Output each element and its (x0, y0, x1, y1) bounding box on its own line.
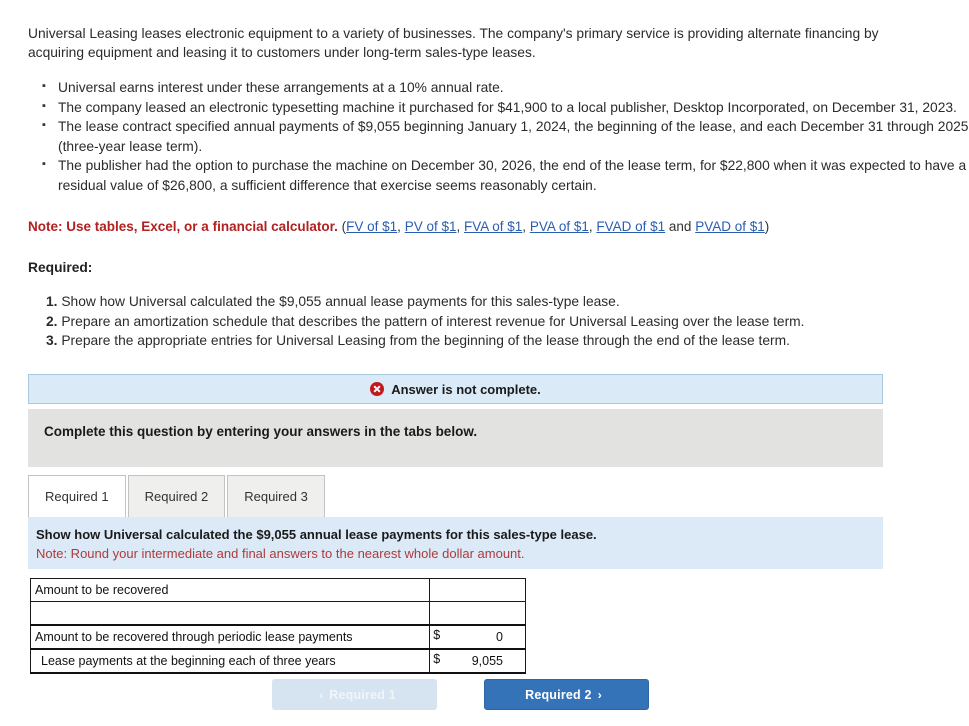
required-item-1: 1. Show how Universal calculated the $9,… (46, 292, 936, 312)
next-button-label: Required 2 (525, 687, 592, 702)
tab-instruction-panel: Show how Universal calculated the $9,055… (28, 517, 883, 569)
calculator-note: Note: Use tables, Excel, or a financial … (28, 219, 769, 234)
table-row (29, 601, 526, 626)
required-item-1-number: 1. (46, 294, 58, 309)
note-sep-1: , (456, 219, 464, 234)
list-item: The company leased an electronic typeset… (42, 97, 969, 118)
instruction-strip: Complete this question by entering your … (28, 409, 883, 467)
status-banner: Answer is not complete. (28, 374, 883, 404)
chevron-left-icon: ‹ (319, 687, 324, 702)
note-sep-0: , (397, 219, 405, 234)
note-bold-text: Note: Use tables, Excel, or a financial … (28, 219, 338, 234)
note-close-paren: ) (764, 219, 770, 234)
row-label-blank (29, 601, 431, 626)
instruction-strip-text: Complete this question by entering your … (44, 424, 478, 439)
prev-button-label: Required 1 (329, 687, 396, 702)
tab-required-3[interactable]: Required 3 (227, 475, 325, 517)
fact-list: Universal earns interest under these arr… (30, 77, 969, 195)
link-pva-of-1[interactable]: PVA of $1 (530, 219, 589, 234)
row-label-lease-payments-beginning-three-years: Lease payments at the beginning each of … (29, 648, 431, 674)
intro-paragraph: Universal Leasing leases electronic equi… (28, 26, 879, 60)
link-fvad-of-1[interactable]: FVAD of $1 (596, 219, 665, 234)
prev-required-1-button[interactable]: ‹ Required 1 (272, 679, 437, 710)
link-fv-of-1[interactable]: FV of $1 (346, 219, 397, 234)
row-currency-2: $ (433, 628, 441, 642)
tab-required-2-label: Required 2 (144, 489, 209, 504)
note-sep-2: , (522, 219, 530, 234)
row-currency-3: $ (433, 652, 441, 666)
table-row: Amount to be recovered (29, 578, 526, 602)
list-item: The publisher had the option to purchase… (42, 155, 969, 195)
list-item: Universal earns interest under these arr… (42, 77, 969, 98)
error-circle-x-icon (370, 382, 385, 396)
chevron-right-icon: › (597, 687, 602, 702)
tab-required-2[interactable]: Required 2 (127, 475, 226, 517)
row-value-3: 9,055 (471, 653, 503, 668)
list-item: The lease contract specified annual paym… (42, 116, 969, 156)
row-label-amount-to-be-recovered: Amount to be recovered (29, 578, 431, 602)
link-fva-of-1[interactable]: FVA of $1 (464, 219, 522, 234)
row-value-cell-0[interactable] (429, 578, 526, 602)
required-heading: Required: (28, 260, 93, 275)
question-page: Universal Leasing leases electronic equi… (0, 0, 969, 726)
tab-instruction-line1: Show how Universal calculated the $9,055… (36, 527, 597, 542)
tab-required-1-label: Required 1 (45, 489, 109, 504)
required-item-2-number: 2. (46, 313, 58, 329)
row-value-cell-1[interactable] (429, 601, 526, 626)
required-item-1-text: Show how Universal calculated the $9,055… (61, 294, 620, 309)
note-sep-4: and (665, 219, 696, 234)
link-pv-of-1[interactable]: PV of $1 (405, 219, 457, 234)
tab-bar: Required 1 Required 2 Required 3 (28, 472, 327, 517)
tab-required-1[interactable]: Required 1 (28, 475, 126, 517)
required-item-3-number: 3. (46, 333, 58, 348)
table-row: Amount to be recovered through periodic … (29, 624, 526, 650)
required-item-3: 3. Prepare the appropriate entries for U… (46, 331, 936, 351)
link-pvad-of-1[interactable]: PVAD of $1 (695, 219, 765, 234)
required-item-3-text: Prepare the appropriate entries for Univ… (61, 333, 790, 348)
tab-instruction-line2: Note: Round your intermediate and final … (36, 546, 525, 561)
table-row: Lease payments at the beginning each of … (29, 648, 526, 674)
pagination-nav: ‹ Required 1 Required 2 › (272, 679, 649, 710)
required-item-2: 2. Prepare an amortization schedule that… (46, 312, 936, 332)
tab-required-3-label: Required 3 (244, 489, 308, 504)
next-required-2-button[interactable]: Required 2 › (484, 679, 649, 710)
row-value-2: 0 (496, 629, 503, 644)
answer-table: Amount to be recovered Amount to be reco… (29, 578, 526, 674)
row-label-recovered-through-periodic-payments: Amount to be recovered through periodic … (29, 624, 431, 650)
required-list: 1. Show how Universal calculated the $9,… (46, 292, 936, 351)
required-item-2-text: Prepare an amortization schedule that de… (61, 313, 805, 329)
status-banner-text: Answer is not complete. (391, 381, 541, 397)
row-value-cell-2[interactable]: $ 0 (429, 624, 526, 650)
row-value-cell-3[interactable]: $ 9,055 (429, 648, 526, 674)
